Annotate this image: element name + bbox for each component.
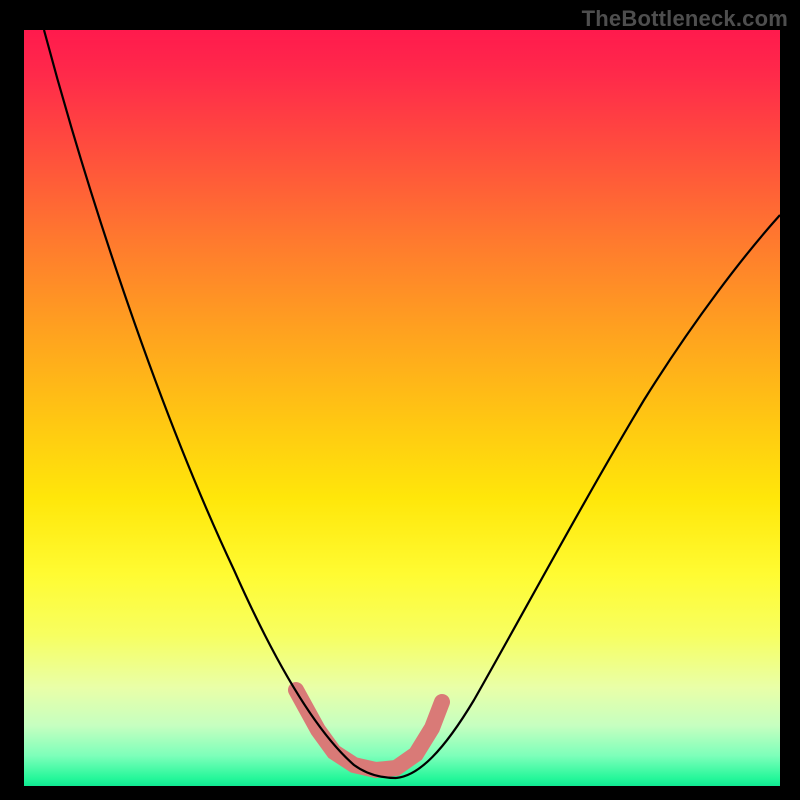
highlight-band (296, 690, 442, 770)
curve-right (396, 215, 780, 778)
chart-frame: TheBottleneck.com (0, 0, 800, 800)
watermark-text: TheBottleneck.com (582, 6, 788, 32)
bottleneck-curve (24, 30, 780, 786)
plot-area (24, 30, 780, 786)
curve-left (44, 30, 396, 778)
